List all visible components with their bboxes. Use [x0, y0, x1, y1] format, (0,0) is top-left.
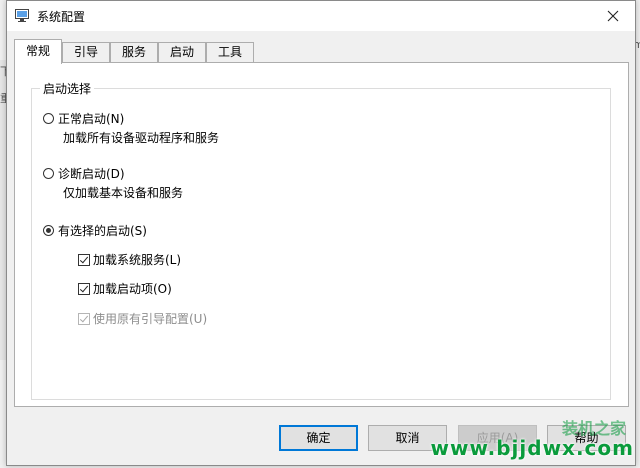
close-button[interactable] — [591, 1, 635, 31]
selective-startup-radio[interactable]: 有选择的启动(S) — [43, 222, 147, 239]
tab-general[interactable]: 常规 — [14, 39, 62, 64]
startup-selection-group: 启动选择 正常启动(N) 加载所有设备驱动程序和服务 诊断启动(D) 仅加载基本… — [31, 80, 611, 400]
load-startup-items-checkbox[interactable]: 加载启动项(O) — [78, 280, 172, 297]
startup-selection-label: 启动选择 — [40, 80, 95, 97]
close-icon — [607, 10, 619, 22]
load-startup-items-label: 加载启动项(O) — [93, 282, 172, 296]
use-original-boot-config-checkbox: 使用原有引导配置(U) — [78, 310, 207, 327]
window-title: 系统配置 — [37, 10, 86, 24]
diagnostic-startup-label: 诊断启动(D) — [58, 167, 125, 181]
use-original-boot-config-box — [78, 312, 90, 325]
load-system-services-checkbox[interactable]: 加载系统服务(L) — [78, 251, 181, 268]
load-system-services-box[interactable] — [78, 253, 90, 266]
diagnostic-startup-radio-circle[interactable] — [43, 168, 54, 179]
selective-startup-label: 有选择的启动(S) — [58, 224, 147, 238]
ok-button[interactable]: 确定 — [279, 425, 358, 451]
general-tab-panel: 启动选择 正常启动(N) 加载所有设备驱动程序和服务 诊断启动(D) 仅加载基本… — [14, 62, 629, 407]
selective-startup-radio-circle[interactable] — [43, 225, 54, 236]
title-bar[interactable]: 系统配置 — [7, 1, 635, 31]
load-system-services-label: 加载系统服务(L) — [93, 253, 182, 267]
diagnostic-startup-radio[interactable]: 诊断启动(D) — [43, 165, 125, 182]
tab-services[interactable]: 服务 — [110, 42, 158, 62]
tab-tools[interactable]: 工具 — [206, 42, 254, 62]
msconfig-icon — [15, 9, 29, 22]
normal-startup-radio[interactable]: 正常启动(N) — [43, 110, 124, 127]
watermark-url: www.bjjdwx.com — [430, 436, 634, 460]
tab-boot[interactable]: 引导 — [62, 42, 110, 62]
use-original-boot-config-label: 使用原有引导配置(U) — [93, 312, 208, 326]
diagnostic-startup-description: 仅加载基本设备和服务 — [63, 186, 184, 200]
load-startup-items-box[interactable] — [78, 282, 90, 295]
normal-startup-description: 加载所有设备驱动程序和服务 — [63, 131, 220, 145]
system-configuration-window: 系统配置 常规 引导 服务 启动 工具 启动选择 正常启动(N) 加载所有设备驱… — [6, 0, 636, 466]
tab-startup[interactable]: 启动 — [158, 42, 206, 62]
normal-startup-label: 正常启动(N) — [58, 112, 125, 126]
normal-startup-radio-circle[interactable] — [43, 113, 54, 124]
